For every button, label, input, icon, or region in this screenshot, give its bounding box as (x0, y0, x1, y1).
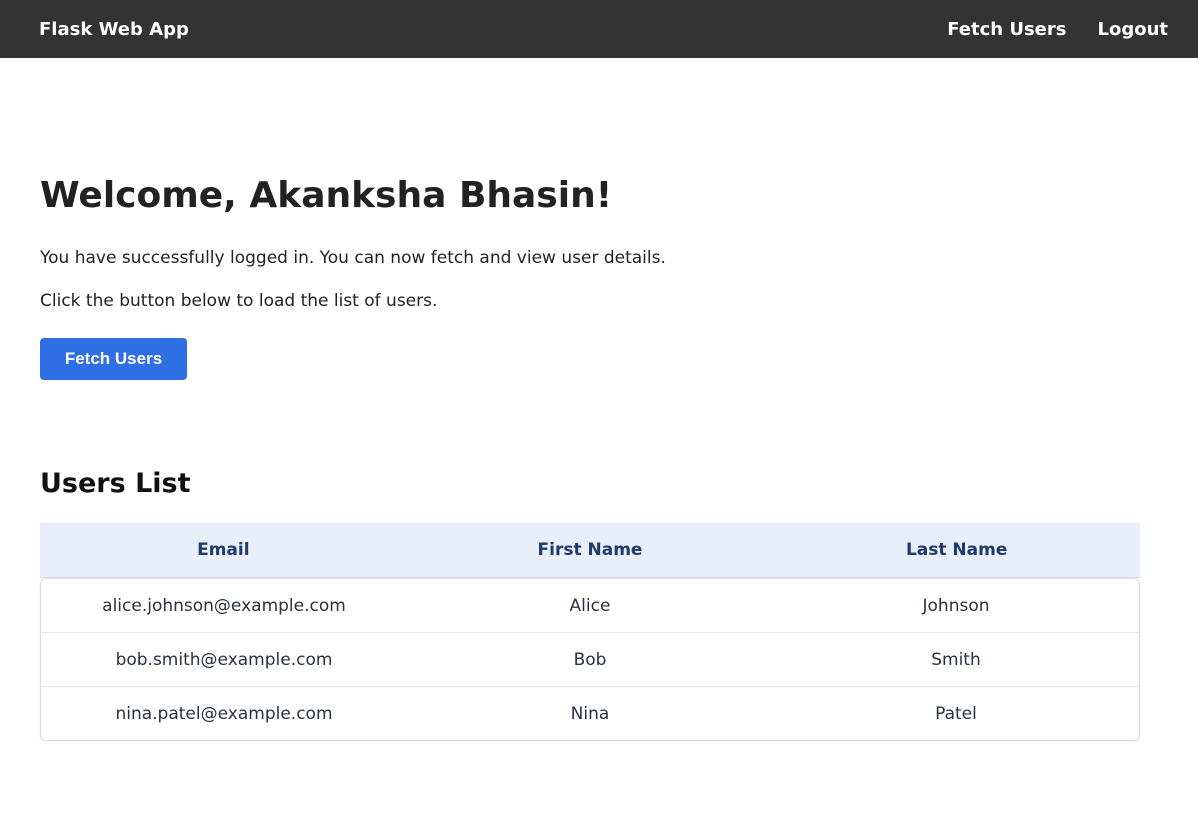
table-row: bob.smith@example.com Bob Smith (41, 632, 1139, 686)
table-body: alice.johnson@example.com Alice Johnson … (40, 578, 1140, 742)
column-header-email: Email (197, 540, 250, 561)
cell-email: alice.johnson@example.com (102, 595, 346, 616)
cell-last-name: Smith (931, 649, 981, 670)
users-list-title: Users List (40, 468, 191, 500)
cell-first-name: Bob (573, 649, 607, 670)
users-table: Email First Name Last Name alice.johnson… (40, 523, 1140, 742)
cell-email: nina.patel@example.com (115, 703, 333, 724)
table-header: Email First Name Last Name (40, 523, 1140, 579)
brand-link[interactable]: Flask Web App (39, 19, 189, 40)
navbar: Flask Web App Fetch Users Logout (0, 0, 1198, 58)
cell-first-name: Nina (570, 703, 610, 724)
main-content: Welcome, Akanksha Bhasin! You have succe… (0, 175, 1198, 742)
welcome-heading: Welcome, Akanksha Bhasin! (40, 175, 613, 216)
column-header-last-name: Last Name (905, 540, 1008, 561)
nav-links: Fetch Users Logout (947, 19, 1168, 40)
cell-email: bob.smith@example.com (115, 649, 333, 670)
fetch-users-button[interactable]: Fetch Users (40, 338, 187, 381)
nav-fetch-users-link[interactable]: Fetch Users (947, 19, 1066, 40)
table-row: alice.johnson@example.com Alice Johnson (41, 579, 1139, 632)
cell-first-name: Alice (569, 595, 611, 616)
column-header-first-name: First Name (537, 540, 643, 561)
login-success-text: You have successfully logged in. You can… (40, 247, 666, 268)
instruction-text: Click the button below to load the list … (40, 290, 438, 311)
nav-logout-link[interactable]: Logout (1097, 19, 1168, 40)
cell-last-name: Patel (935, 703, 977, 724)
table-row: nina.patel@example.com Nina Patel (41, 686, 1139, 740)
cell-last-name: Johnson (922, 595, 990, 616)
